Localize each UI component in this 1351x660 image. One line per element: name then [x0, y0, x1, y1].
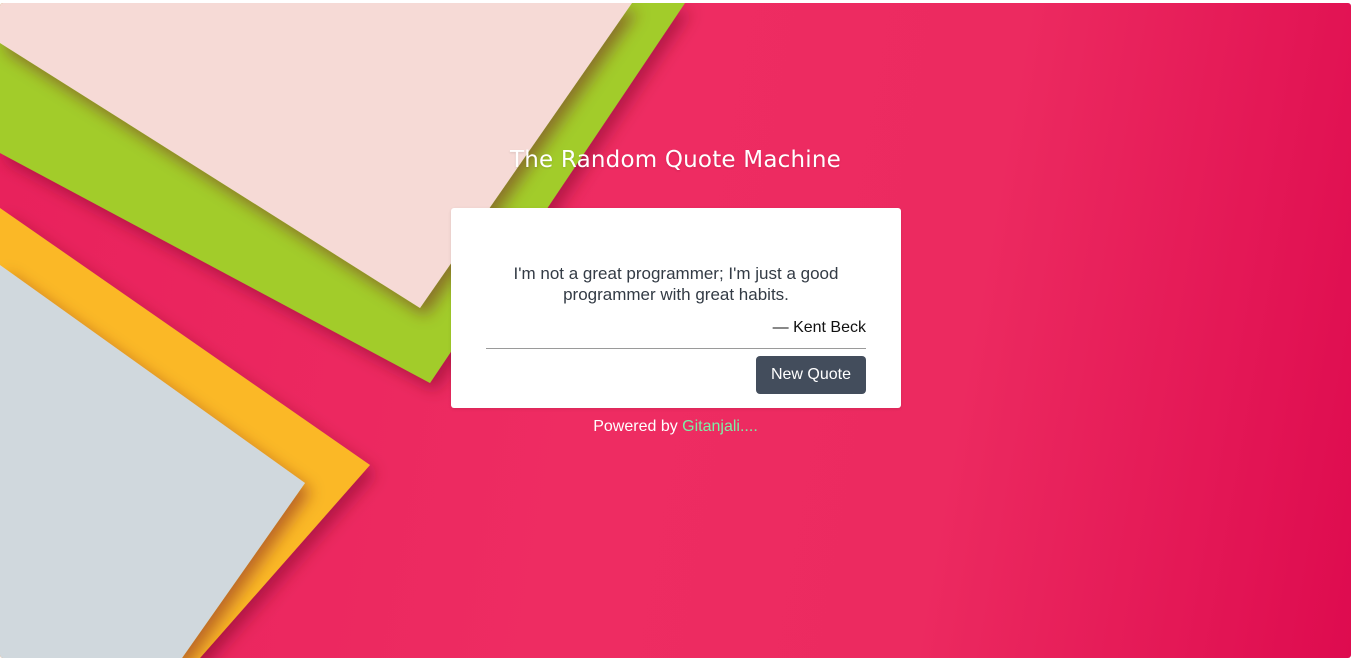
divider [486, 348, 866, 349]
quote-box: I'm not a great programmer; I'm just a g… [451, 208, 901, 408]
footer: Powered by Gitanjali.... [0, 418, 1351, 436]
footer-prefix: Powered by [593, 418, 683, 435]
new-quote-button[interactable]: New Quote [756, 356, 866, 394]
author-link[interactable]: Gitanjali.... [682, 418, 758, 435]
page-background: The Random Quote Machine I'm not a great… [0, 3, 1351, 658]
page-title: The Random Quote Machine [510, 147, 841, 173]
quote-author: — Kent Beck [772, 319, 866, 336]
quote-text: I'm not a great programmer; I'm just a g… [513, 264, 839, 304]
